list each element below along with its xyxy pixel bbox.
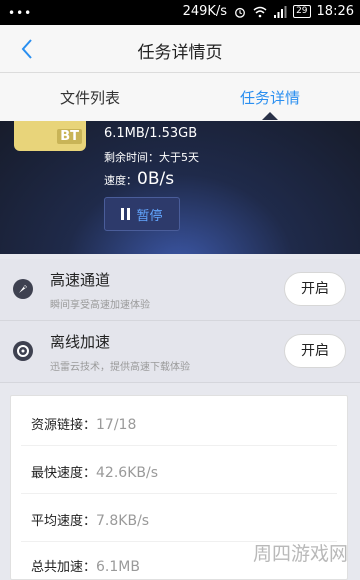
page-title: 任务详情页: [137, 43, 223, 63]
pause-button[interactable]: 暂停: [104, 197, 180, 231]
enable-offline-accel-button[interactable]: 开启: [284, 334, 346, 368]
folder-icon: BT: [14, 121, 86, 151]
cloud-icon: [13, 341, 33, 361]
network-speed: 249K/s: [182, 4, 228, 19]
bt-badge: BT: [57, 129, 82, 144]
stat-resource-links: 资源链接：17/18: [31, 414, 136, 433]
speed-row: 速度：0B/s: [104, 169, 174, 189]
speed-label: 速度：: [104, 174, 137, 187]
divider: [21, 445, 337, 446]
feature-title: 离线加速: [50, 333, 111, 351]
feature-desc: 迅雷云技术，提供高速下载体验: [50, 362, 190, 373]
stat-label: 资源链接：: [31, 418, 97, 433]
stat-value: 7.8KB/s: [96, 513, 150, 529]
stat-label: 最快速度：: [31, 466, 97, 481]
stat-avg-speed: 平均速度：7.8KB/s: [31, 510, 149, 529]
pause-icon: [121, 208, 131, 220]
clock: 18:26: [316, 4, 354, 19]
rocket-icon: [13, 279, 33, 299]
status-bar: ••• 249K/s 29 18:26: [0, 0, 360, 25]
stat-label: 总共加速：: [31, 560, 97, 575]
active-tab-indicator: [262, 112, 278, 120]
wifi-icon: [253, 6, 267, 17]
status-right: 249K/s 29 18:26: [183, 4, 354, 19]
size-progress: 6.1MB/1.53GB: [104, 126, 198, 141]
stat-value: 17/18: [96, 417, 137, 433]
task-header: BT 6.1MB/1.53GB 剩余时间：大于5天 速度：0B/s 暂停: [0, 121, 360, 254]
stat-total-accel: 总共加速：6.1MB: [31, 556, 140, 575]
pause-label: 暂停: [136, 208, 163, 224]
speed-value: 0B/s: [137, 169, 175, 189]
remaining-time: 剩余时间：大于5天: [104, 151, 199, 164]
stat-value: 6.1MB: [96, 559, 140, 575]
watermark: 周四游戏网: [252, 543, 348, 565]
battery-icon: 29: [293, 5, 311, 18]
feature-title: 高速通道: [50, 271, 111, 289]
feature-offline-accel: 离线加速 迅雷云技术，提供高速下载体验 开启: [0, 321, 360, 383]
alarm-icon: [235, 7, 246, 18]
stat-label: 平均速度：: [31, 514, 97, 529]
feature-high-speed: 高速通道 瞬间享受高速加速体验 开启: [0, 259, 360, 321]
stat-max-speed: 最快速度：42.6KB/s: [31, 462, 158, 481]
notification-dots: •••: [8, 6, 33, 20]
enable-high-speed-button[interactable]: 开启: [284, 272, 346, 306]
title-bar: 任务详情页: [0, 25, 360, 73]
feature-desc: 瞬间享受高速加速体验: [50, 300, 150, 311]
tab-file-list[interactable]: 文件列表: [0, 73, 180, 123]
stat-value: 42.6KB/s: [96, 465, 158, 481]
tab-bar: 文件列表 任务详情: [0, 73, 360, 123]
signal-icon: [274, 5, 287, 18]
divider: [21, 493, 337, 494]
